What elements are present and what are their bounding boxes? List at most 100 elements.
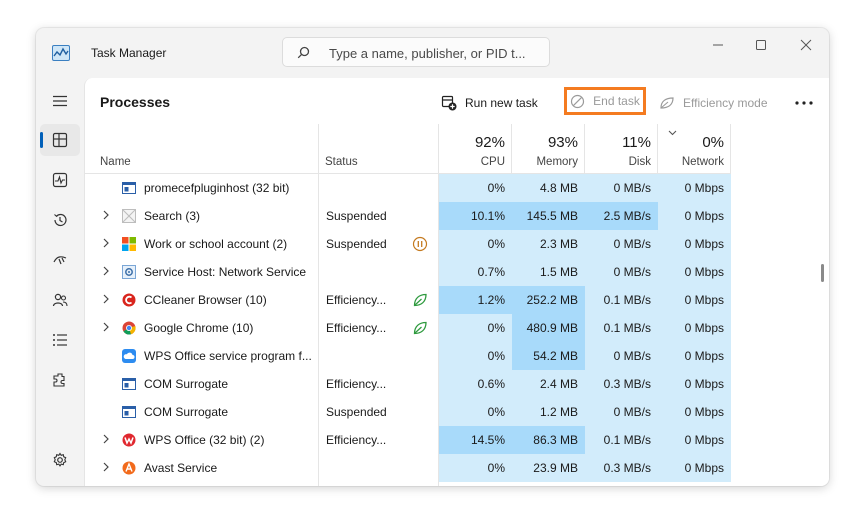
close-button[interactable] xyxy=(796,38,816,52)
memory-cell: 2.4 MB xyxy=(512,370,585,398)
chrome-icon xyxy=(122,321,136,335)
disk-cell: 0.3 MB/s xyxy=(585,370,658,398)
network-cell: 0 Mbps xyxy=(658,454,731,482)
chevron-right-icon[interactable] xyxy=(102,266,110,276)
leaf-icon xyxy=(412,292,428,313)
hamburger-menu-button[interactable] xyxy=(40,85,80,117)
end-task-icon xyxy=(571,94,585,108)
process-row[interactable]: Search (3) Suspended 10.1% 145.5 MB 2.5 MB/s… xyxy=(85,202,829,230)
minimize-button[interactable] xyxy=(708,38,728,52)
processes-icon xyxy=(52,132,68,148)
memory-cell: 480.9 MB xyxy=(512,314,585,342)
process-status: Suspended xyxy=(326,405,387,419)
efficiency-mode-label: Efficiency mode xyxy=(683,96,768,110)
page-title: Processes xyxy=(100,94,171,110)
process-row[interactable]: COM Surrogate Efficiency... 0.6% 2.4 MB 0.3 … xyxy=(85,370,829,398)
disk-cell: 0.1 MB/s xyxy=(585,314,658,342)
process-name: Search (3) xyxy=(144,209,201,223)
process-status: Efficiency... xyxy=(326,433,387,447)
nav-performance[interactable] xyxy=(40,164,80,196)
window-app-icon xyxy=(122,405,136,419)
chevron-right-icon[interactable] xyxy=(102,238,110,248)
process-row[interactable]: Work or school account (2) Suspended 0% 2.3… xyxy=(85,230,829,258)
memory-label: Memory xyxy=(536,156,578,168)
details-icon xyxy=(53,334,67,346)
cpu-cell: 0.7% xyxy=(439,258,512,286)
nav-app-history[interactable] xyxy=(40,204,80,236)
chevron-right-icon[interactable] xyxy=(102,434,110,444)
scrollbar-thumb[interactable] xyxy=(821,264,824,282)
process-name: Google Chrome (10) xyxy=(144,321,254,335)
column-header-name[interactable]: Name xyxy=(85,124,319,174)
wps-icon xyxy=(122,433,136,447)
process-status: Suspended xyxy=(326,209,387,223)
nav-details[interactable] xyxy=(40,324,80,356)
process-status: Suspended xyxy=(326,237,387,251)
column-header-cpu[interactable]: 92% CPU xyxy=(439,124,512,174)
hamburger-icon xyxy=(53,95,67,107)
process-row[interactable]: Service Host: Network Service 0.7% 1.5 MB 0… xyxy=(85,258,829,286)
chevron-right-icon[interactable] xyxy=(102,210,110,220)
chevron-right-icon[interactable] xyxy=(102,462,110,472)
network-cell: 0 Mbps xyxy=(658,398,731,426)
memory-cell: 4.8 MB xyxy=(512,174,585,202)
end-task-label: End task xyxy=(593,94,640,108)
column-header-memory[interactable]: 93% Memory xyxy=(512,124,585,174)
memory-cell: 1.5 MB xyxy=(512,258,585,286)
nav-services[interactable] xyxy=(40,364,80,396)
process-name: CCleaner Browser (10) xyxy=(144,293,267,307)
cpu-cell: 0% xyxy=(439,342,512,370)
column-header-disk[interactable]: 11% Disk xyxy=(585,124,658,174)
maximize-button[interactable] xyxy=(751,38,771,52)
disk-cell: 0 MB/s xyxy=(585,342,658,370)
efficiency-mode-button[interactable]: Efficiency mode xyxy=(659,92,768,114)
memory-cell: 1.2 MB xyxy=(512,398,585,426)
process-name: WPS Office service program f... xyxy=(144,349,312,363)
title-bar: Task Manager xyxy=(36,28,829,78)
memory-cell: 2.3 MB xyxy=(512,230,585,258)
search-box[interactable] xyxy=(282,37,550,67)
network-percentage: 0% xyxy=(702,134,724,151)
cpu-cell: 0% xyxy=(439,174,512,202)
search-input[interactable] xyxy=(329,44,539,62)
windows-logo-icon xyxy=(122,237,136,251)
search-app-icon xyxy=(122,209,136,223)
process-row[interactable]: COM Surrogate Suspended 0% 1.2 MB 0 MB/s 0 Mb… xyxy=(85,398,829,426)
process-name: promecefpluginhost (32 bit) xyxy=(144,181,290,195)
leaf-icon xyxy=(412,320,428,341)
run-new-task-icon xyxy=(441,95,457,111)
active-indicator xyxy=(40,132,43,148)
process-row[interactable]: Avast Service 0% 23.9 MB 0.3 MB/s 0 Mbps xyxy=(85,454,829,482)
cpu-cell: 0% xyxy=(439,398,512,426)
chevron-right-icon[interactable] xyxy=(102,322,110,332)
window-app-icon xyxy=(122,377,136,391)
network-label: Network xyxy=(681,156,724,168)
column-header-network[interactable]: 0% Network xyxy=(658,124,731,174)
process-name: WPS Office (32 bit) (2) xyxy=(144,433,265,447)
nav-startup-apps[interactable] xyxy=(40,244,80,276)
column-header-status[interactable]: Status xyxy=(319,124,439,174)
disk-cell: 0 MB/s xyxy=(585,230,658,258)
startup-apps-icon xyxy=(53,256,67,265)
process-row[interactable]: Google Chrome (10) Efficiency... 0% 480.9 M… xyxy=(85,314,829,342)
network-cell: 0 Mbps xyxy=(658,286,731,314)
more-options-button[interactable] xyxy=(795,92,813,114)
chevron-right-icon[interactable] xyxy=(102,294,110,304)
end-task-button[interactable]: End task xyxy=(564,87,646,115)
run-new-task-button[interactable]: Run new task xyxy=(441,92,538,114)
services-icon xyxy=(53,373,65,387)
process-row[interactable]: promecefpluginhost (32 bit) 0% 4.8 MB 0 MB/… xyxy=(85,174,829,202)
process-row[interactable]: WPS Office service program f... 0% 54.2 MB… xyxy=(85,342,829,370)
process-row[interactable]: CCleaner Browser (10) Efficiency... 1.2% 25… xyxy=(85,286,829,314)
app-history-icon xyxy=(54,213,67,227)
nav-processes[interactable] xyxy=(40,124,80,156)
settings-icon xyxy=(53,452,67,467)
nav-settings[interactable] xyxy=(40,444,80,476)
disk-cell: 0.3 MB/s xyxy=(585,454,658,482)
process-row[interactable]: WPS Office (32 bit) (2) Efficiency... 14.5… xyxy=(85,426,829,454)
nav-users[interactable] xyxy=(40,284,80,316)
memory-cell: 145.5 MB xyxy=(512,202,585,230)
window-app-icon xyxy=(122,181,136,195)
window-title: Task Manager xyxy=(91,46,167,60)
disk-cell: 2.5 MB/s xyxy=(585,202,658,230)
